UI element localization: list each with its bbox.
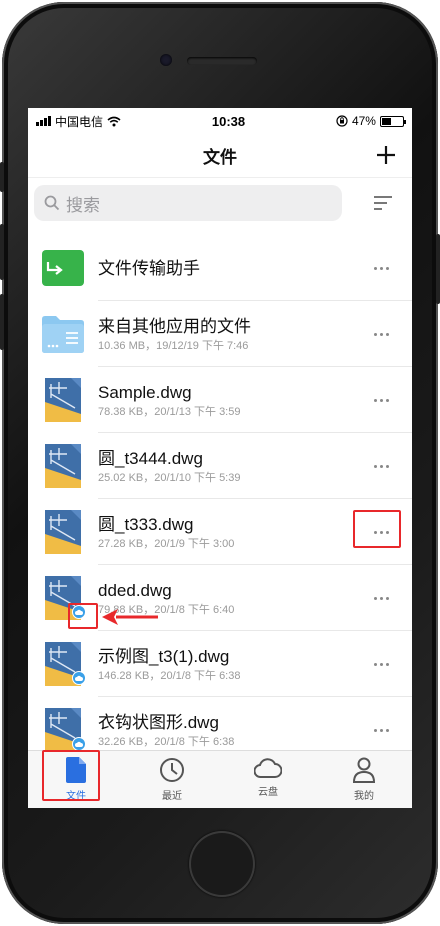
nav-bar: 文件 [28,134,412,178]
dwg-file-icon [45,378,81,422]
file-name: 圆_t3444.dwg [98,448,203,468]
list-item[interactable]: 文件传输助手 [28,235,412,301]
file-meta: 32.26 KB，20/1/8 下午 6:38 [98,735,235,748]
file-name: 来自其他应用的文件 [98,316,251,336]
file-name: Sample.dwg [98,382,192,402]
file-meta: 25.02 KB，20/1/10 下午 5:39 [98,471,241,484]
highlight-more-button [353,510,401,548]
list-item[interactable]: 圆_t3444.dwg 25.02 KB，20/1/10 下午 5:39 [28,433,412,499]
sort-button[interactable] [370,190,396,216]
page-title: 文件 [203,148,237,167]
cloud-icon [75,675,83,681]
power-button [436,234,440,304]
file-name: 文件传输助手 [98,258,200,278]
highlight-cloud-badge [68,603,98,629]
highlight-files-tab [42,750,100,801]
dwg-file-icon [45,444,81,488]
more-button[interactable] [360,446,402,486]
search-icon [44,195,60,211]
more-icon [373,266,389,270]
tab-cloud[interactable]: 云盘 [238,757,298,798]
battery-icon [379,115,406,127]
volume-up-button [0,224,4,280]
blue-folder-icon [42,316,84,353]
more-icon [373,332,389,336]
file-meta: 27.28 KB，20/1/9 下午 3:00 [98,537,235,550]
more-icon [373,596,389,600]
volume-down-button [0,294,4,350]
search-input[interactable]: 搜索 [34,185,342,221]
carrier-label: 中国电信 [55,114,104,129]
tab-label: 云盘 [258,787,278,798]
tab-label: 我的 [354,791,374,802]
file-name: dded.dwg [98,580,172,600]
list-item[interactable]: 来自其他应用的文件 10.36 MB，19/12/19 下午 7:46 [28,301,412,367]
add-button[interactable] [372,141,400,169]
green-folder-icon [42,250,84,286]
cloud-sync-badge [72,737,86,751]
tab-me[interactable]: 我的 [334,757,394,802]
clock-icon [160,758,184,782]
more-button[interactable] [360,380,402,420]
status-time: 10:38 [211,113,246,129]
dwg-file-icon [45,510,81,554]
front-camera [160,54,172,66]
status-bar: 中国电信 10:38 47% [28,108,412,134]
more-button[interactable] [360,578,402,618]
plus-icon [377,146,395,164]
more-button[interactable] [360,248,402,288]
more-icon [373,464,389,468]
sort-icon [374,196,392,210]
list-item[interactable]: 示例图_t3(1).dwg 146.28 KB，20/1/8 下午 6:38 [28,631,412,697]
tab-label: 最近 [162,791,182,802]
orientation-lock-icon [336,115,348,127]
search-row: 搜索 [28,178,412,228]
file-meta: 146.28 KB，20/1/8 下午 6:38 [98,669,241,682]
file-list: 文件传输助手 来自其他应用的文件 10.36 MB，19/12/19 下午 7:… [28,235,412,763]
more-button[interactable] [360,710,402,750]
home-button[interactable] [189,831,255,897]
file-meta: 10.36 MB，19/12/19 下午 7:46 [98,339,249,352]
file-name: 圆_t333.dwg [98,514,194,534]
earpiece [187,57,257,65]
more-icon [373,398,389,402]
mute-switch [0,162,4,192]
signal-icon [36,116,51,126]
wifi-icon [107,116,121,126]
file-meta: 78.38 KB，20/1/13 下午 3:59 [98,405,241,418]
cloud-icon [75,741,83,747]
cloud-sync-badge [72,671,86,685]
list-item[interactable]: Sample.dwg 78.38 KB，20/1/13 下午 3:59 [28,367,412,433]
person-icon [352,757,376,783]
cloud-icon [254,758,282,778]
battery-percent: 47% [351,114,376,128]
file-name: 衣钩状图形.dwg [98,712,219,732]
more-icon [373,662,389,666]
more-button[interactable] [360,644,402,684]
file-name: 示例图_t3(1).dwg [98,646,230,666]
search-placeholder: 搜索 [66,195,100,215]
app-screen: 中国电信 10:38 47% 文件 搜索 文件传输助手 来自其他应用的文件 10… [28,108,412,808]
arrow-icon [102,609,158,625]
tab-recent[interactable]: 最近 [142,757,202,802]
more-button[interactable] [360,314,402,354]
more-icon [373,728,389,732]
